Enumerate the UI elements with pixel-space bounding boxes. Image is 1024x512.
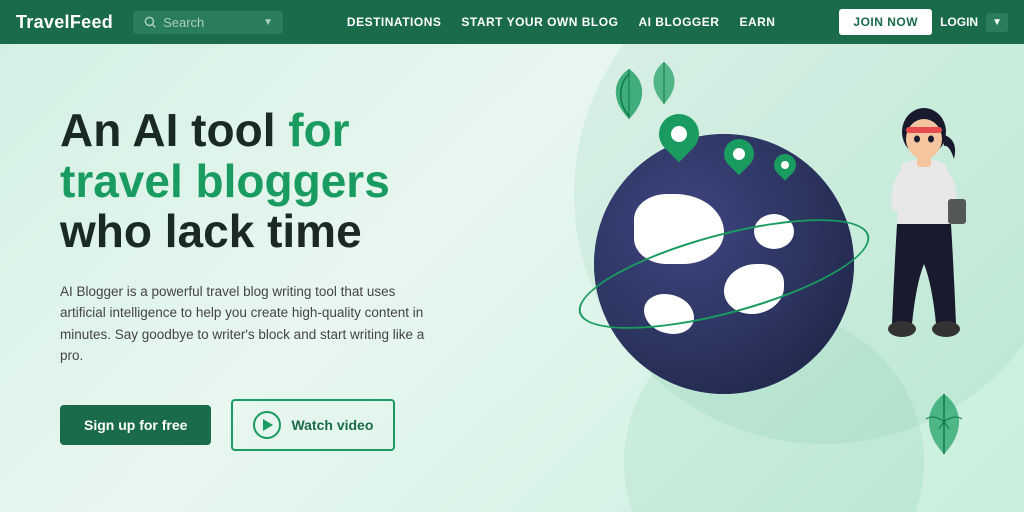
hero-content: An AI tool fortravel bloggers who lack t… <box>60 105 440 451</box>
leaf-top-right <box>644 59 684 114</box>
person-illustration <box>864 84 984 444</box>
hero-actions: Sign up for free Watch video <box>60 399 440 451</box>
location-pin-3 <box>774 154 796 176</box>
hero-title-end: who lack time <box>60 205 362 257</box>
play-triangle-icon <box>263 419 273 431</box>
search-input[interactable] <box>163 15 253 30</box>
watch-video-label: Watch video <box>291 417 373 433</box>
nav-actions: JOIN NOW LOGIN ▼ <box>839 9 1008 35</box>
chevron-down-icon: ▼ <box>992 17 1002 28</box>
nav-earn[interactable]: EARN <box>739 15 775 29</box>
hero-description: AI Blogger is a powerful travel blog wri… <box>60 281 440 367</box>
location-pin-2 <box>724 139 754 169</box>
pin-body-3 <box>769 149 800 180</box>
pin-body-1 <box>651 106 708 163</box>
join-now-button[interactable]: JOIN NOW <box>839 9 932 35</box>
navbar: TravelFeed ▼ DESTINATIONS START YOUR OWN… <box>0 0 1024 44</box>
site-logo[interactable]: TravelFeed <box>16 12 113 33</box>
play-circle-icon <box>253 411 281 439</box>
nav-start-blog[interactable]: START YOUR OWN BLOG <box>461 15 618 29</box>
login-button[interactable]: LOGIN <box>940 15 978 29</box>
location-pin-1 <box>659 114 699 154</box>
nav-links: DESTINATIONS START YOUR OWN BLOG AI BLOG… <box>295 15 827 29</box>
hero-title-plain: An AI tool <box>60 104 288 156</box>
hero-title: An AI tool fortravel bloggers who lack t… <box>60 105 440 257</box>
search-icon <box>143 15 157 29</box>
signup-button[interactable]: Sign up for free <box>60 405 211 445</box>
watch-video-button[interactable]: Watch video <box>231 399 395 451</box>
hero-illustration <box>504 54 984 512</box>
search-dropdown-arrow[interactable]: ▼ <box>263 17 273 28</box>
nav-ai-blogger[interactable]: AI BLOGGER <box>638 15 719 29</box>
search-box[interactable]: ▼ <box>133 11 283 34</box>
hero-section: An AI tool fortravel bloggers who lack t… <box>0 44 1024 512</box>
pin-body-2 <box>718 133 760 175</box>
nav-destinations[interactable]: DESTINATIONS <box>347 15 441 29</box>
login-dropdown-button[interactable]: ▼ <box>986 13 1008 32</box>
